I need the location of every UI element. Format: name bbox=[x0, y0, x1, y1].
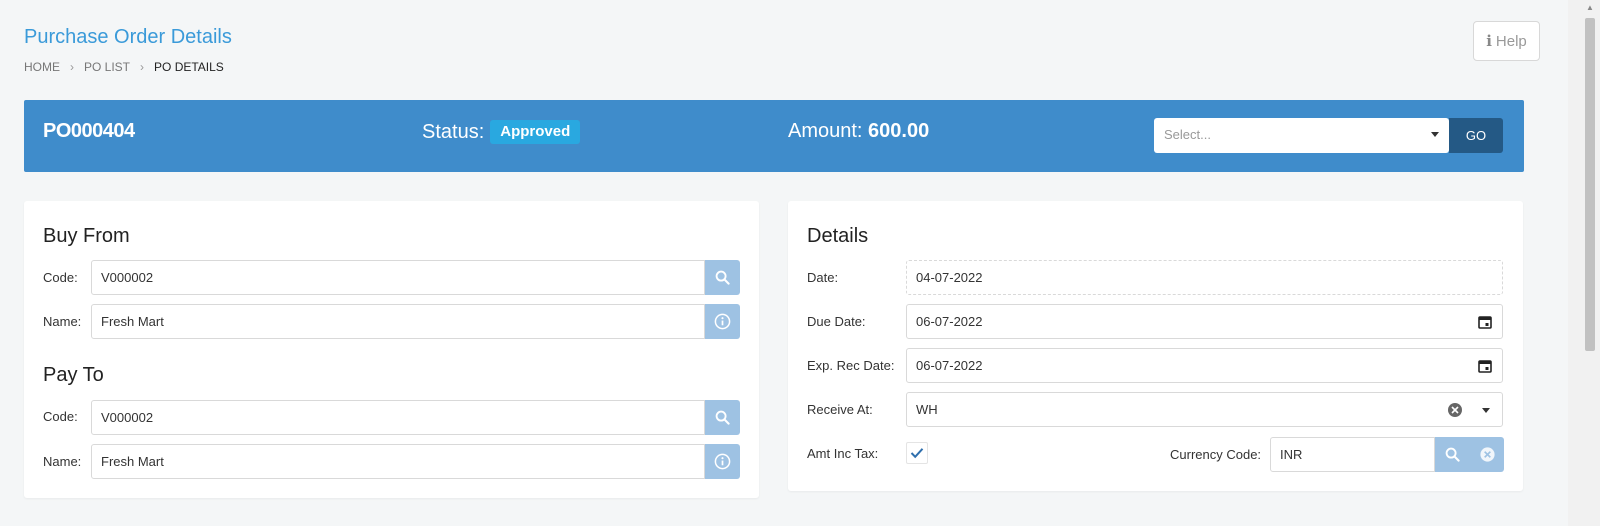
close-circle-icon bbox=[1479, 447, 1495, 462]
receive-at-label: Receive At: bbox=[807, 402, 873, 417]
pay-to-code-label: Code: bbox=[43, 409, 78, 424]
help-label: Help bbox=[1495, 32, 1527, 50]
buy-from-code-label: Code: bbox=[43, 270, 78, 285]
info-circle-icon bbox=[714, 313, 731, 330]
page-scrollbar[interactable]: ▲ bbox=[1568, 0, 1600, 526]
po-summary-banner: PO000404 Status: Approved Amount: 600.00… bbox=[24, 100, 1524, 172]
clear-icon[interactable] bbox=[1447, 402, 1463, 418]
currency-code-input[interactable]: INR bbox=[1270, 437, 1435, 472]
checkmark-icon bbox=[910, 448, 924, 459]
status-label: Status: bbox=[422, 120, 485, 143]
chevron-right-icon: › bbox=[140, 60, 145, 74]
go-button[interactable]: GO bbox=[1449, 118, 1503, 153]
caret-down-icon bbox=[1431, 132, 1439, 137]
amount-value: 600.00 bbox=[868, 120, 930, 142]
amount-label: Amount: bbox=[788, 120, 863, 142]
scrollbar-thumb[interactable] bbox=[1585, 18, 1595, 351]
po-number: PO000404 bbox=[43, 120, 135, 142]
receive-at-select[interactable]: WH bbox=[906, 392, 1503, 427]
caret-down-icon[interactable] bbox=[1482, 408, 1490, 413]
pay-to-name-label: Name: bbox=[43, 454, 82, 469]
calendar-icon[interactable] bbox=[1478, 359, 1492, 373]
amt-inc-tax-checkbox[interactable] bbox=[906, 442, 928, 464]
currency-clear-button[interactable] bbox=[1470, 437, 1504, 472]
search-icon bbox=[715, 410, 730, 425]
date-input: 04-07-2022 bbox=[906, 260, 1503, 295]
receive-at-value: WH bbox=[916, 402, 938, 417]
date-label: Date: bbox=[807, 270, 839, 285]
info-circle-icon bbox=[714, 453, 731, 470]
info-icon: i bbox=[1486, 32, 1492, 50]
due-date-value: 06-07-2022 bbox=[916, 314, 983, 329]
breadcrumb-home[interactable]: HOME bbox=[24, 60, 60, 74]
details-card: Details Date: 04-07-2022 Due Date: 06-07… bbox=[788, 201, 1523, 491]
pay-to-name-input[interactable]: Fresh Mart bbox=[91, 444, 705, 479]
currency-search-button[interactable] bbox=[1435, 437, 1470, 472]
buy-from-name-label: Name: bbox=[43, 314, 82, 329]
help-button[interactable]: i Help bbox=[1473, 21, 1540, 61]
status-badge: Approved bbox=[490, 120, 581, 144]
buy-from-name-input[interactable]: Fresh Mart bbox=[91, 304, 705, 339]
buy-from-code-input[interactable]: V000002 bbox=[91, 260, 705, 295]
buy-from-code-search-button[interactable] bbox=[705, 260, 740, 295]
po-status: Status: Approved bbox=[422, 120, 581, 144]
breadcrumb: HOME › PO LIST › PO DETAILS bbox=[24, 60, 224, 74]
page-title: Purchase Order Details bbox=[24, 26, 232, 48]
due-date-label: Due Date: bbox=[807, 314, 866, 329]
exp-rec-date-label: Exp. Rec Date: bbox=[807, 358, 895, 373]
pay-to-code-input[interactable]: V000002 bbox=[91, 400, 705, 435]
due-date-input[interactable]: 06-07-2022 bbox=[906, 304, 1503, 339]
search-icon bbox=[715, 270, 730, 285]
vendor-card: Buy From Code: V000002 Name: Fresh Mart … bbox=[24, 201, 759, 498]
details-title: Details bbox=[807, 225, 869, 247]
pay-to-title: Pay To bbox=[43, 364, 104, 386]
pay-to-code-search-button[interactable] bbox=[705, 400, 740, 435]
chevron-right-icon: › bbox=[70, 60, 74, 74]
search-icon bbox=[1445, 447, 1460, 462]
scroll-up-arrow-icon[interactable]: ▲ bbox=[1585, 3, 1595, 13]
buy-from-title: Buy From bbox=[43, 225, 130, 247]
currency-code-label: Currency Code: bbox=[1170, 447, 1262, 462]
action-select[interactable]: Select... bbox=[1154, 118, 1449, 153]
calendar-icon[interactable] bbox=[1478, 315, 1492, 329]
pay-to-info-button[interactable] bbox=[705, 444, 740, 479]
action-select-placeholder: Select... bbox=[1164, 127, 1211, 142]
breadcrumb-po-list[interactable]: PO LIST bbox=[84, 60, 130, 74]
exp-rec-date-input[interactable]: 06-07-2022 bbox=[906, 348, 1503, 383]
breadcrumb-po-details: PO DETAILS bbox=[154, 60, 224, 74]
po-amount: Amount: 600.00 bbox=[788, 120, 929, 143]
amt-inc-tax-label: Amt Inc Tax: bbox=[807, 446, 879, 461]
exp-rec-date-value: 06-07-2022 bbox=[916, 358, 983, 373]
buy-from-info-button[interactable] bbox=[705, 304, 740, 339]
